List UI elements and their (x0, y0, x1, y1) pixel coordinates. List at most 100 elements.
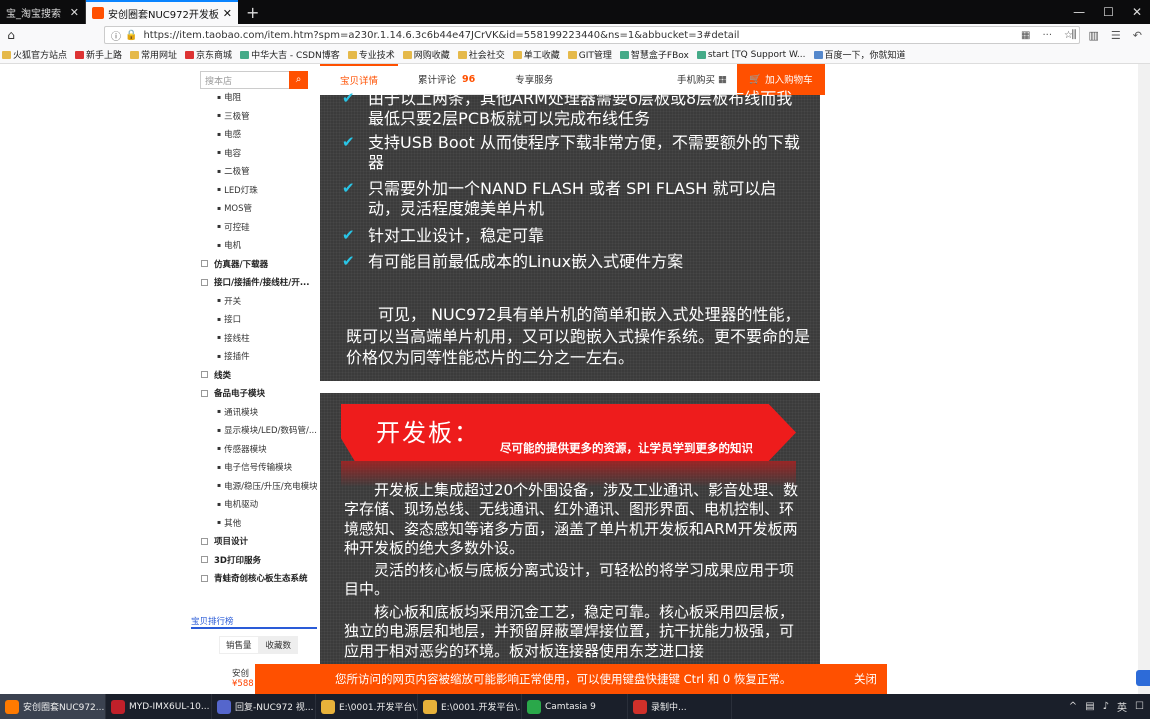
close-window-icon[interactable]: ✕ (1132, 5, 1142, 19)
rank-tab-sales[interactable]: 销售量 (219, 636, 259, 654)
category-label: 电容 (224, 148, 242, 159)
taskbar-item[interactable]: MYD-IMX6UL-10... (106, 694, 212, 719)
back-icon[interactable]: ↶ (1133, 29, 1142, 42)
notification-icon[interactable]: ☐ (1135, 701, 1144, 712)
category-item[interactable]: 电容 (191, 144, 317, 163)
browser-tab[interactable]: 宝_淘宝搜索 ✕ (0, 0, 86, 24)
category-item[interactable]: 接线柱 (191, 329, 317, 348)
collapse-icon[interactable] (201, 278, 208, 286)
bookmark-item[interactable]: 网购收藏 (402, 48, 450, 61)
bookmark-item[interactable]: 智慧盒子FBox (619, 48, 689, 61)
zoom-notice-bar: 您所访问的网页内容被缩放可能影响正常使用，可以使用键盘快捷键 Ctrl 和 0 … (255, 664, 887, 694)
bookmark-item[interactable]: 专业技术 (347, 48, 395, 61)
maximize-icon[interactable]: ☐ (1103, 5, 1114, 19)
bookmark-item[interactable]: 单工收藏 (512, 48, 560, 61)
app-icon (111, 699, 125, 714)
home-icon[interactable]: ⌂ (0, 28, 22, 42)
sidebar-icon[interactable]: ▥ (1089, 29, 1099, 42)
collapse-icon[interactable] (201, 389, 208, 397)
menu-icon[interactable]: ☰ (1111, 29, 1121, 42)
category-item[interactable]: 开关 (191, 292, 317, 311)
search-icon[interactable]: ⌕ (289, 71, 308, 89)
bookmark-item[interactable]: 常用网址 (130, 48, 177, 61)
category-item[interactable]: 通讯模块 (191, 403, 317, 422)
bookmark-item[interactable]: 京东商城 (185, 48, 232, 61)
taskbar-item[interactable]: 录制中... (628, 694, 732, 719)
category-group[interactable]: 青蛙奇创核心板生态系统 (191, 569, 317, 588)
category-item[interactable]: 电感 (191, 125, 317, 144)
taskbar-item[interactable]: E:\0001.开发平台\... (316, 694, 418, 719)
category-label: 仿真器/下载器 (214, 259, 269, 270)
rank-tab-favorites[interactable]: 收藏数 (258, 636, 299, 654)
category-item[interactable]: 显示模块/LED/数码管/... (191, 421, 317, 440)
bookmark-item[interactable]: start [TQ Support W... (696, 50, 806, 60)
side-tool-icon[interactable] (1136, 670, 1150, 686)
category-item[interactable]: 可控硅 (191, 218, 317, 237)
category-label: 其他 (224, 518, 242, 529)
category-group[interactable]: 项目设计 (191, 532, 317, 551)
category-item[interactable]: 电源/稳压/升压/充电模块 (191, 477, 317, 496)
minimize-icon[interactable]: — (1073, 5, 1085, 19)
shop-search-input[interactable]: 搜本店 (200, 71, 299, 89)
notice-close-button[interactable]: 关闭 (854, 671, 877, 687)
category-item[interactable]: LED灯珠 (191, 181, 317, 200)
taskbar-item[interactable]: Camtasia 9 (522, 694, 628, 719)
category-item[interactable]: 电阻 (191, 88, 317, 107)
bookmark-item[interactable]: 百度一下，你就知道 (813, 48, 906, 61)
taskbar-item[interactable]: E:\0001.开发平台\... (418, 694, 522, 719)
more-icon[interactable]: ··· (1042, 30, 1052, 41)
url-text[interactable]: https://item.taobao.com/item.htm?spm=a23… (143, 30, 1015, 41)
category-item[interactable]: 三极管 (191, 107, 317, 126)
globe-icon (240, 50, 250, 59)
ime-icon[interactable]: 英 (1117, 699, 1127, 714)
qr-icon[interactable]: ▦ (1021, 30, 1030, 41)
bookmark-item[interactable]: GIT管理 (567, 48, 612, 61)
category-group[interactable]: 3D打印服务 (191, 551, 317, 570)
description-panel-board: 开发板： 尽可能的提供更多的资源，让学员学到更多的知识 开发板上集成超过20个外… (320, 393, 820, 694)
baidu-icon (813, 50, 823, 59)
bookmark-item[interactable]: 中华大吉 - CSDN博客 (240, 48, 340, 61)
browser-tab-active[interactable]: 安创圈套NUC972开发板ARM ✕ (86, 0, 238, 24)
category-group[interactable]: 仿真器/下载器 (191, 255, 317, 274)
category-item[interactable]: 传感器模块 (191, 440, 317, 459)
folder-icon (402, 50, 412, 59)
feature-item: ✔ 支持USB Boot 从而使程序下载非常方便，不需要额外的下载器 (342, 133, 800, 172)
category-item[interactable]: 接插件 (191, 347, 317, 366)
bookmark-item[interactable]: 社会社交 (457, 48, 505, 61)
network-icon[interactable]: ▤ (1085, 701, 1094, 712)
expand-icon[interactable] (201, 556, 208, 564)
category-item[interactable]: 电机 (191, 236, 317, 255)
category-group[interactable]: 接口/接插件/接线柱/开... (191, 273, 317, 292)
globe-icon (696, 50, 706, 59)
board-paragraph: 开发板上集成超过20个外围设备，涉及工业通讯、影音处理、数字存储、现场总线、无线… (344, 481, 799, 558)
library-icon[interactable]: ⫼ (1071, 28, 1076, 42)
volume-icon[interactable]: ♪ (1103, 701, 1109, 712)
expand-icon[interactable] (201, 260, 208, 268)
chevron-up-icon[interactable]: ^ (1069, 701, 1077, 712)
expand-icon[interactable] (201, 574, 208, 582)
category-group[interactable]: 备品电子模块 (191, 384, 317, 403)
category-group[interactable]: 线类 (191, 366, 317, 385)
product-thumbnail[interactable] (192, 667, 226, 693)
expand-icon[interactable] (201, 537, 208, 545)
taskbar-item[interactable]: 回复-NUC972 视... (212, 694, 316, 719)
category-item[interactable]: 二极管 (191, 162, 317, 181)
bookmark-item[interactable]: 新手上路 (75, 48, 122, 61)
category-item[interactable]: 其他 (191, 514, 317, 533)
feature-item: ✔ 只需要外加一个NAND FLASH 或者 SPI FLASH 就可以启动，灵活… (342, 179, 777, 218)
info-icon[interactable]: ⓘ (111, 28, 121, 43)
category-item[interactable]: 电机驱动 (191, 495, 317, 514)
expand-icon[interactable] (201, 371, 208, 379)
close-icon[interactable]: ✕ (70, 6, 79, 19)
taskbar-item[interactable]: 安创圈套NUC972... (0, 694, 106, 719)
bookmark-item[interactable]: 火狐官方站点 (2, 48, 67, 61)
close-icon[interactable]: ✕ (223, 7, 232, 20)
url-bar[interactable]: ⓘ 🔒 https://item.taobao.com/item.htm?spm… (104, 26, 1080, 44)
feature-item: ✔ 有可能目前最低成本的Linux嵌入式硬件方案 (342, 252, 684, 271)
page-scrollbar[interactable] (1138, 64, 1150, 694)
category-item[interactable]: MOS管 (191, 199, 317, 218)
category-item[interactable]: 接口 (191, 310, 317, 329)
category-item[interactable]: 电子信号传输模块 (191, 458, 317, 477)
new-tab-button[interactable]: + (238, 0, 267, 24)
category-label: 电子信号传输模块 (224, 463, 293, 474)
